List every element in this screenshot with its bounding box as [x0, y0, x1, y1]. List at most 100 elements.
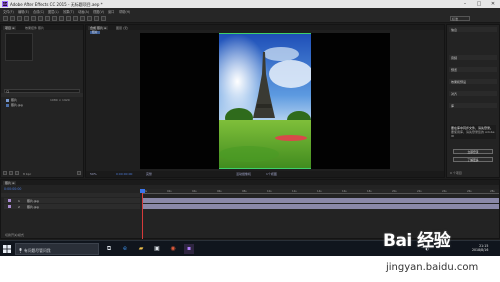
camera-select[interactable]: 活动摄像机	[236, 172, 251, 176]
composition-viewer: 合成 照片 ≡ 图层 (无) 照片 50% 0:00:00:00 完整 活动摄像…	[85, 24, 445, 178]
shape-tool-icon[interactable]	[52, 15, 57, 21]
notice-body: 要使用库，请先登录您的 Adobe ID	[451, 130, 495, 138]
ruler-tick-label: 14s	[317, 189, 322, 193]
panel-preview[interactable]: 预览	[449, 67, 497, 72]
file-explorer-icon[interactable]: ▰	[136, 244, 146, 254]
text-tool-icon[interactable]	[66, 15, 71, 21]
ruler-tick-label: 28s	[490, 189, 495, 193]
tab-composition[interactable]: 合成 照片 ≡	[88, 25, 109, 30]
switches-modes-toggle[interactable]: 切换开关/模式	[5, 233, 24, 237]
tab-project[interactable]: 项目 ≡	[3, 25, 17, 30]
resolution-select[interactable]: 完整	[146, 172, 152, 176]
eraser-tool-icon[interactable]	[87, 15, 92, 21]
tab-effect-controls[interactable]: 效果控件 照片	[23, 26, 46, 30]
project-footer: 8 bpc	[3, 171, 83, 176]
tab-layer[interactable]: 图层 (无)	[114, 26, 130, 30]
layer-number: 2	[18, 204, 20, 209]
time-ruler[interactable]: 0s 02s 04s 06s 08s 10s 12s 14s 16s 18s 2…	[142, 189, 499, 194]
panel-libraries[interactable]: 库	[449, 103, 497, 108]
sign-in-button[interactable]: 立即登录	[453, 149, 493, 154]
hand-tool-icon[interactable]	[17, 15, 22, 21]
layer-row[interactable]: 2 照片.jpg	[4, 204, 140, 209]
panel-align[interactable]: 对齐	[449, 91, 497, 96]
ruler-tick-label: 02s	[167, 189, 172, 193]
playhead-line[interactable]	[142, 189, 143, 239]
workspace-select[interactable]: 标准	[450, 15, 470, 21]
taskbar-search-input[interactable]: 有问题尽管问我	[15, 243, 99, 255]
list-item[interactable]: 照片 1080 × 1920	[4, 98, 82, 102]
roto-tool-icon[interactable]	[94, 15, 99, 21]
ruler-tick-label: 08s	[242, 189, 247, 193]
ruler-tick-label: 26s	[467, 189, 472, 193]
task-view-icon[interactable]: ⧉	[104, 244, 114, 254]
layer-label-color[interactable]	[8, 199, 11, 202]
project-item-name: 照片.jpg	[11, 103, 23, 107]
pen-tool-icon[interactable]	[59, 15, 64, 21]
stamp-tool-icon[interactable]	[80, 15, 85, 21]
ruler-tick-label: 18s	[367, 189, 372, 193]
trash-icon[interactable]	[77, 171, 81, 175]
list-item[interactable]: 照片.jpg	[4, 103, 82, 107]
app-icon[interactable]: ◉	[168, 244, 178, 254]
edge-browser-icon[interactable]: e	[120, 244, 130, 254]
learn-more-button[interactable]: 了解更多	[453, 157, 493, 162]
timeline-timecode[interactable]: 0:00:00:00	[4, 187, 21, 191]
layer-label-color[interactable]	[8, 205, 11, 208]
current-time-indicator[interactable]	[140, 189, 145, 193]
composition-subtab[interactable]: 照片	[90, 30, 100, 34]
bit-depth-label[interactable]: 8 bpc	[23, 172, 31, 176]
close-button[interactable]: ✕	[486, 0, 500, 8]
ruler-tick-label: 16s	[342, 189, 347, 193]
app-logo-icon: Ae	[2, 1, 8, 7]
viewer-timecode[interactable]: 0:00:00:00	[116, 172, 132, 176]
layer-name[interactable]: 照片.jpg	[27, 205, 39, 209]
watermark-url: jingyan.baidu.com	[386, 262, 479, 273]
rotate-tool-icon[interactable]	[31, 15, 36, 21]
composition-icon	[6, 98, 9, 102]
ruler-tick-label: 22s	[417, 189, 422, 193]
right-panels: 信息 音频 预览 效果和预设 对齐 库 要在库中同步文件，请先登录。 要使用库，…	[446, 24, 500, 178]
new-folder-icon[interactable]	[9, 171, 13, 175]
minimize-button[interactable]: –	[458, 0, 472, 8]
brush-tool-icon[interactable]	[73, 15, 78, 21]
pan-behind-tool-icon[interactable]	[45, 15, 50, 21]
ruler-tick-label: 24s	[442, 189, 447, 193]
clock-date: 2018/8/16	[472, 248, 489, 253]
panel-info[interactable]: 信息	[449, 27, 497, 32]
zoom-select[interactable]: 50%	[90, 172, 97, 176]
project-panel: 项目 ≡ 效果控件 照片 照片 1080 × 1920 照片.jpg 8 bpc	[0, 24, 84, 178]
zoom-tool-icon[interactable]	[24, 15, 29, 21]
layer-duration-bar[interactable]	[142, 204, 499, 209]
ruler-tick-label: 06s	[217, 189, 222, 193]
timeline-tabs: 照片 ≡	[1, 180, 499, 185]
new-composition-icon[interactable]	[15, 171, 19, 175]
store-icon[interactable]: ▣	[152, 244, 162, 254]
windows-start-icon[interactable]	[3, 245, 11, 253]
microphone-icon	[19, 247, 22, 253]
image-file-icon	[6, 103, 9, 107]
project-list-header	[1, 93, 83, 97]
project-item-size: 1080 × 1920	[50, 98, 70, 102]
layer-number: 1	[18, 198, 20, 203]
camera-tool-icon[interactable]	[38, 15, 43, 21]
baidu-jingyan-watermark: Bai 经验	[383, 231, 451, 251]
puppet-tool-icon[interactable]	[101, 15, 106, 21]
ruler-tick-label: 10s	[267, 189, 272, 193]
layer-name[interactable]: 照片.jpg	[27, 199, 39, 203]
home-tool-icon[interactable]	[3, 15, 8, 21]
tab-timeline-comp[interactable]: 照片 ≡	[3, 180, 17, 185]
interpret-footage-icon[interactable]	[3, 171, 7, 175]
panel-audio[interactable]: 音频	[449, 55, 497, 60]
after-effects-taskbar-icon[interactable]: ▪	[184, 244, 194, 254]
taskbar-clock[interactable]: 21:15 2018/8/16	[472, 244, 488, 253]
layer-row[interactable]: 1 照片.jpg	[4, 198, 140, 203]
panel-effects-presets[interactable]: 效果和预设	[449, 79, 497, 84]
maximize-button[interactable]: □	[472, 0, 486, 8]
tools-bar: 标准	[0, 14, 500, 23]
layer-duration-bar[interactable]	[142, 198, 499, 203]
views-select[interactable]: 1个视图	[266, 172, 277, 176]
eiffel-tower-photo[interactable]	[219, 33, 311, 169]
selection-tool-icon[interactable]	[10, 15, 15, 21]
viewer-tabs: 合成 照片 ≡ 图层 (无)	[86, 25, 444, 30]
title-bar: Ae Adobe After Effects CC 2015 - 无标题项目.a…	[0, 0, 500, 8]
